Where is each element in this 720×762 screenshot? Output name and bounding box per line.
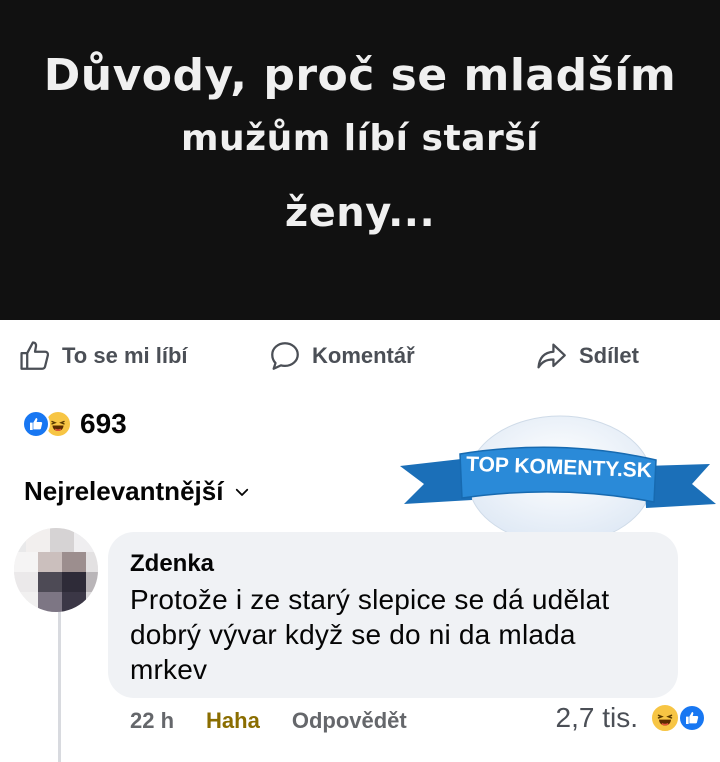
reaction-count: 693 [80, 408, 127, 439]
post-text-line-1: Důvody, proč se mladším [43, 50, 677, 101]
reactions-summary[interactable]: 693 [22, 408, 127, 440]
comment-button[interactable]: Komentář [268, 338, 415, 374]
haha-reaction-icon [650, 703, 680, 733]
comment-bubble-icon [271, 342, 299, 370]
share-button-label: Sdílet [579, 343, 639, 368]
like-reaction-icon [678, 704, 706, 732]
like-reaction-icon [22, 410, 50, 438]
comment-text: Protože i ze starý slepice se dá udělat … [130, 584, 610, 685]
post-image[interactable]: Důvody, proč se mladším mužům líbí starš… [0, 0, 720, 320]
comment-reaction-button[interactable]: Haha [206, 708, 260, 734]
comment-button-label: Komentář [312, 343, 415, 368]
comment-author[interactable]: Zdenka [130, 550, 656, 578]
comment-timestamp[interactable]: 22 h [130, 708, 174, 734]
post-text-line-2: mužům líbí starší [180, 118, 540, 159]
comment-reactions[interactable]: 2,7 tis. [556, 702, 706, 734]
thumbs-up-icon [20, 341, 50, 370]
comment-sort-dropdown[interactable]: Nejrelevantnější [24, 476, 251, 507]
post-text-line-3: ženy... [284, 190, 436, 236]
like-button[interactable]: To se mi líbí [18, 338, 188, 374]
thread-line [58, 610, 61, 762]
chevron-down-icon [236, 488, 249, 496]
comment-meta: 22 h Haha Odpovědět [130, 708, 407, 734]
sort-label: Nejrelevantnější [24, 476, 224, 506]
share-arrow-icon [537, 343, 566, 369]
share-button[interactable]: Sdílet [535, 338, 639, 374]
post-action-bar: To se mi líbí Komentář Sdílet [0, 320, 720, 392]
avatar[interactable] [14, 528, 98, 612]
comment-reaction-count: 2,7 tis. [555, 702, 638, 733]
like-button-label: To se mi líbí [62, 343, 188, 368]
comment-bubble[interactable]: Zdenka Protože i ze starý slepice se dá … [108, 532, 678, 698]
comment-reply-button[interactable]: Odpovědět [292, 708, 407, 734]
